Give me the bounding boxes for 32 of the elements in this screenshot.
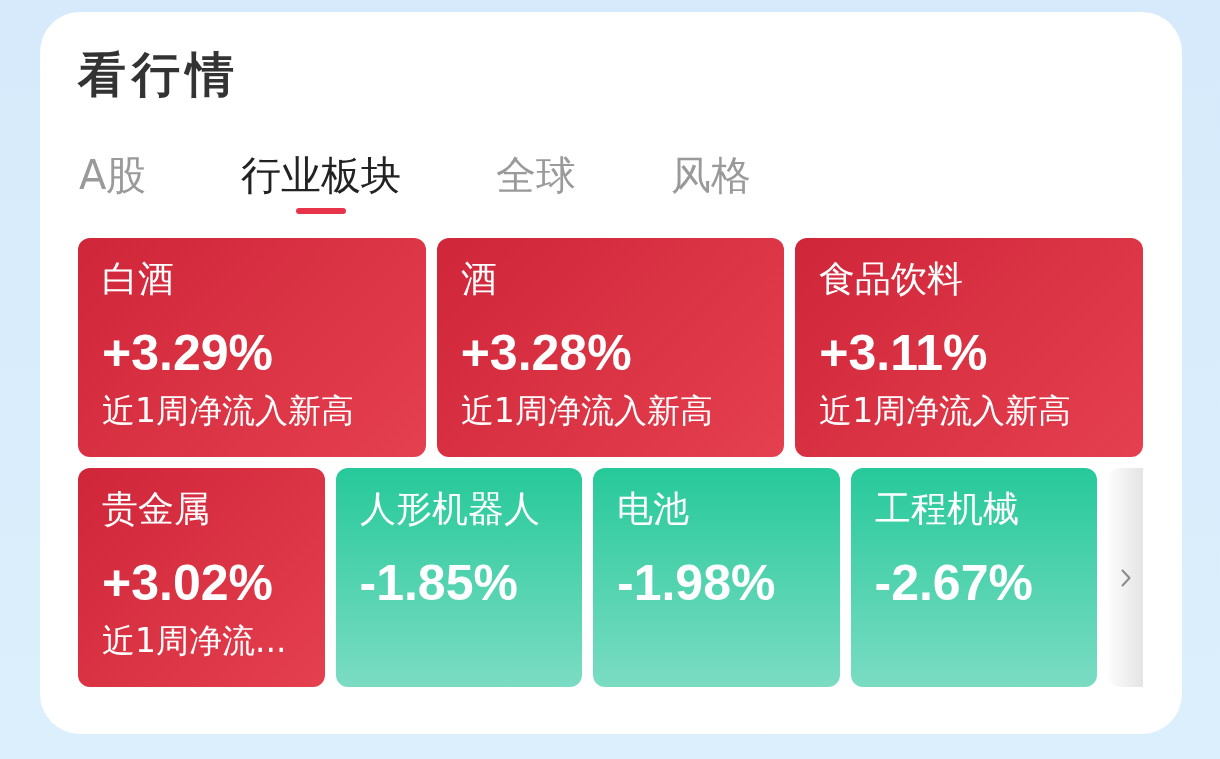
- change-percent: -1.98%: [617, 554, 776, 613]
- sector-card[interactable]: 人形机器人 -1.85%: [335, 468, 582, 687]
- sector-name: 食品饮料: [819, 257, 964, 301]
- inflow-note: 近1周净流入新高: [102, 391, 354, 431]
- tab[interactable]: 全球: [496, 151, 577, 214]
- tab[interactable]: A股: [79, 151, 147, 214]
- sector-name: 酒: [460, 257, 497, 301]
- change-percent: +3.11%: [819, 324, 988, 383]
- sector-name: 贵金属: [102, 487, 210, 531]
- sector-card[interactable]: 贵金属 +3.02% 近1周净流...: [78, 468, 325, 687]
- sector-card[interactable]: 食品饮料 +3.11% 近1周净流入新高: [795, 238, 1143, 457]
- change-percent: +3.29%: [102, 324, 273, 383]
- change-percent: -2.67%: [874, 554, 1033, 613]
- sector-card[interactable]: 工程机械 -2.67%: [850, 468, 1097, 687]
- change-percent: -1.85%: [359, 554, 518, 613]
- scroll-more-button[interactable]: [1108, 468, 1143, 687]
- inflow-note: 近1周净流入新高: [460, 391, 713, 431]
- sector-card[interactable]: 白酒 +3.29% 近1周净流入新高: [78, 238, 426, 457]
- change-percent: +3.02%: [102, 554, 273, 613]
- chevron-right-icon: [1120, 568, 1131, 587]
- inflow-note: 近1周净流入新高: [819, 391, 1072, 431]
- sector-name: 人形机器人: [359, 487, 540, 531]
- sector-card[interactable]: 电池 -1.98%: [593, 468, 840, 687]
- sector-name: 工程机械: [874, 487, 1019, 531]
- sector-name: 电池: [617, 487, 689, 531]
- tab[interactable]: 行业板块: [241, 151, 402, 214]
- sector-card[interactable]: 酒 +3.28% 近1周净流入新高: [436, 238, 785, 457]
- tab[interactable]: 风格: [671, 151, 752, 214]
- change-percent: +3.28%: [460, 324, 632, 383]
- inflow-note: 近1周净流...: [102, 621, 287, 661]
- section-title: 看行情: [78, 46, 240, 102]
- sector-name: 白酒: [102, 257, 174, 301]
